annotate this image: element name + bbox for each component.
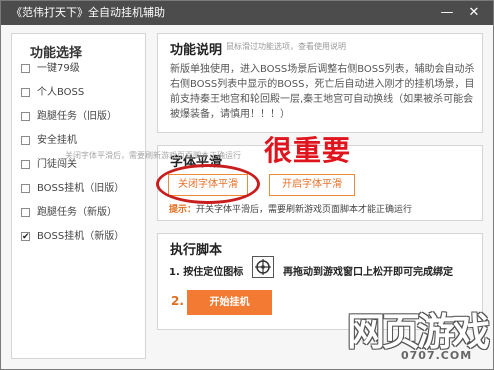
font-smoothing-note: 提示：开关字体平滑后，需要刷新游戏页面脚本才能正确运行: [169, 202, 412, 215]
function-checkbox[interactable]: [21, 64, 30, 73]
function-checkbox[interactable]: [21, 88, 30, 97]
description-heading: 功能说明: [170, 43, 223, 58]
function-option-label: BOSS挂机（新版）: [37, 231, 125, 242]
highlight-ring: [156, 164, 260, 204]
watermark-logo-text: 网页游戏: [347, 310, 490, 354]
function-option-label: 跑腿任务（新版）: [37, 207, 117, 218]
description-subheading: 鼠标滑过功能选项，查看使用说明: [226, 42, 346, 51]
function-option-label: 跑腿任务（旧版）: [37, 111, 117, 122]
function-select-heading: 功能选择: [30, 46, 83, 61]
description-panel: 功能说明 鼠标滑过功能选项，查看使用说明 新版单独使用，进入BOSS场景后调整右…: [157, 33, 483, 133]
function-checkbox[interactable]: [21, 112, 30, 121]
function-option-label: 一键79级: [37, 63, 80, 74]
emphasis-annotation: 很重要: [264, 134, 352, 167]
description-text: 新版单独使用，进入BOSS场景后调整右侧BOSS列表，辅助会自动杀右侧BOSS列…: [170, 64, 475, 120]
step1-text-part1: 1. 按住定位图标: [169, 267, 244, 278]
function-checkbox[interactable]: [21, 136, 30, 145]
function-option-label: BOSS挂机（旧版）: [37, 183, 125, 194]
run-script-heading: 执行脚本: [170, 243, 223, 258]
minimize-icon[interactable]: —: [436, 1, 458, 25]
function-option-label: 个人BOSS: [37, 87, 85, 98]
step2-number: 2.: [171, 294, 184, 308]
app-window: 《范伟打天下》全自动挂机辅助 — ✕ 功能选择 一键79级个人BOSS 跑腿任务（…: [0, 0, 494, 370]
close-icon[interactable]: ✕: [463, 1, 485, 25]
site-watermark: 网页游戏 0707.COM: [339, 301, 490, 365]
note-prefix: 提示：: [169, 205, 197, 215]
watermark-domain: 0707.COM: [401, 349, 473, 362]
step1-text-part2: 再拖动到游戏窗口上松开即可完成绑定: [283, 267, 453, 278]
function-checkbox[interactable]: [21, 208, 30, 217]
enable-font-smoothing-button[interactable]: 开启字体平滑: [269, 174, 355, 196]
title-bar[interactable]: 《范伟打天下》全自动挂机辅助 — ✕: [1, 1, 493, 25]
function-option-label: 安全挂机: [37, 135, 77, 146]
function-checkbox[interactable]: [21, 229, 30, 245]
window-title: 《范伟打天下》全自动挂机辅助: [11, 6, 165, 19]
font-smoothing-faint-hint: 关闭字体平滑后，需要刷新游戏页面脚本正确运行: [65, 151, 241, 160]
step1-instruction: 1. 按住定位图标 再拖动到游戏窗口上松开即可完成绑定: [169, 263, 453, 278]
note-text: 开关字体平滑后，需要刷新游戏页面脚本才能正确运行: [196, 205, 413, 215]
crosshair-locator-icon[interactable]: [252, 256, 274, 278]
start-autoplay-button[interactable]: 开始挂机: [187, 290, 272, 315]
function-checkbox[interactable]: [21, 184, 30, 193]
function-checkbox[interactable]: [21, 160, 30, 169]
